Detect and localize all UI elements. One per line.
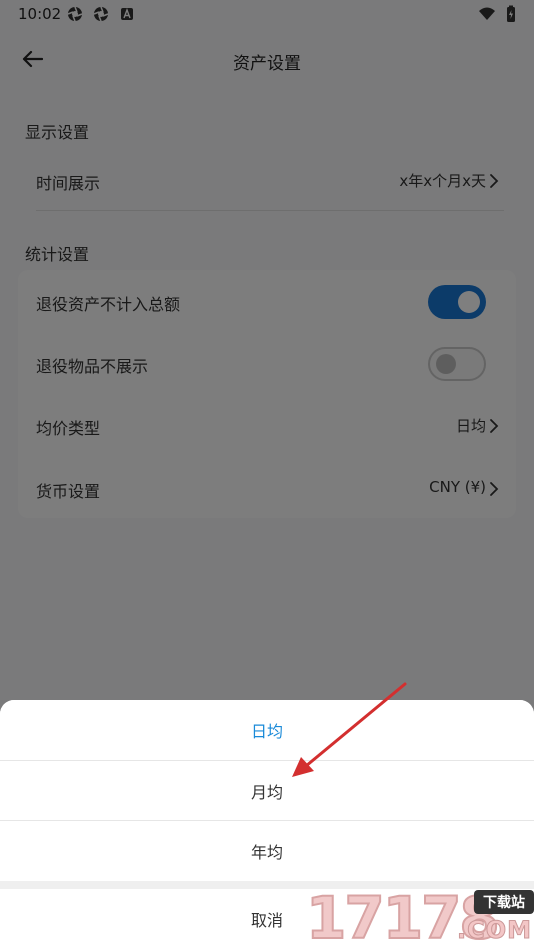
option-monthly-average[interactable]: 月均 — [0, 761, 534, 821]
watermark-badge: 下载站 — [474, 890, 534, 914]
watermark-domain: .COM — [456, 916, 532, 945]
option-yearly-average[interactable]: 年均 — [0, 821, 534, 881]
option-daily-average[interactable]: 日均 — [0, 700, 534, 760]
watermark-logo: 17178 下载站 .COM — [305, 885, 534, 950]
